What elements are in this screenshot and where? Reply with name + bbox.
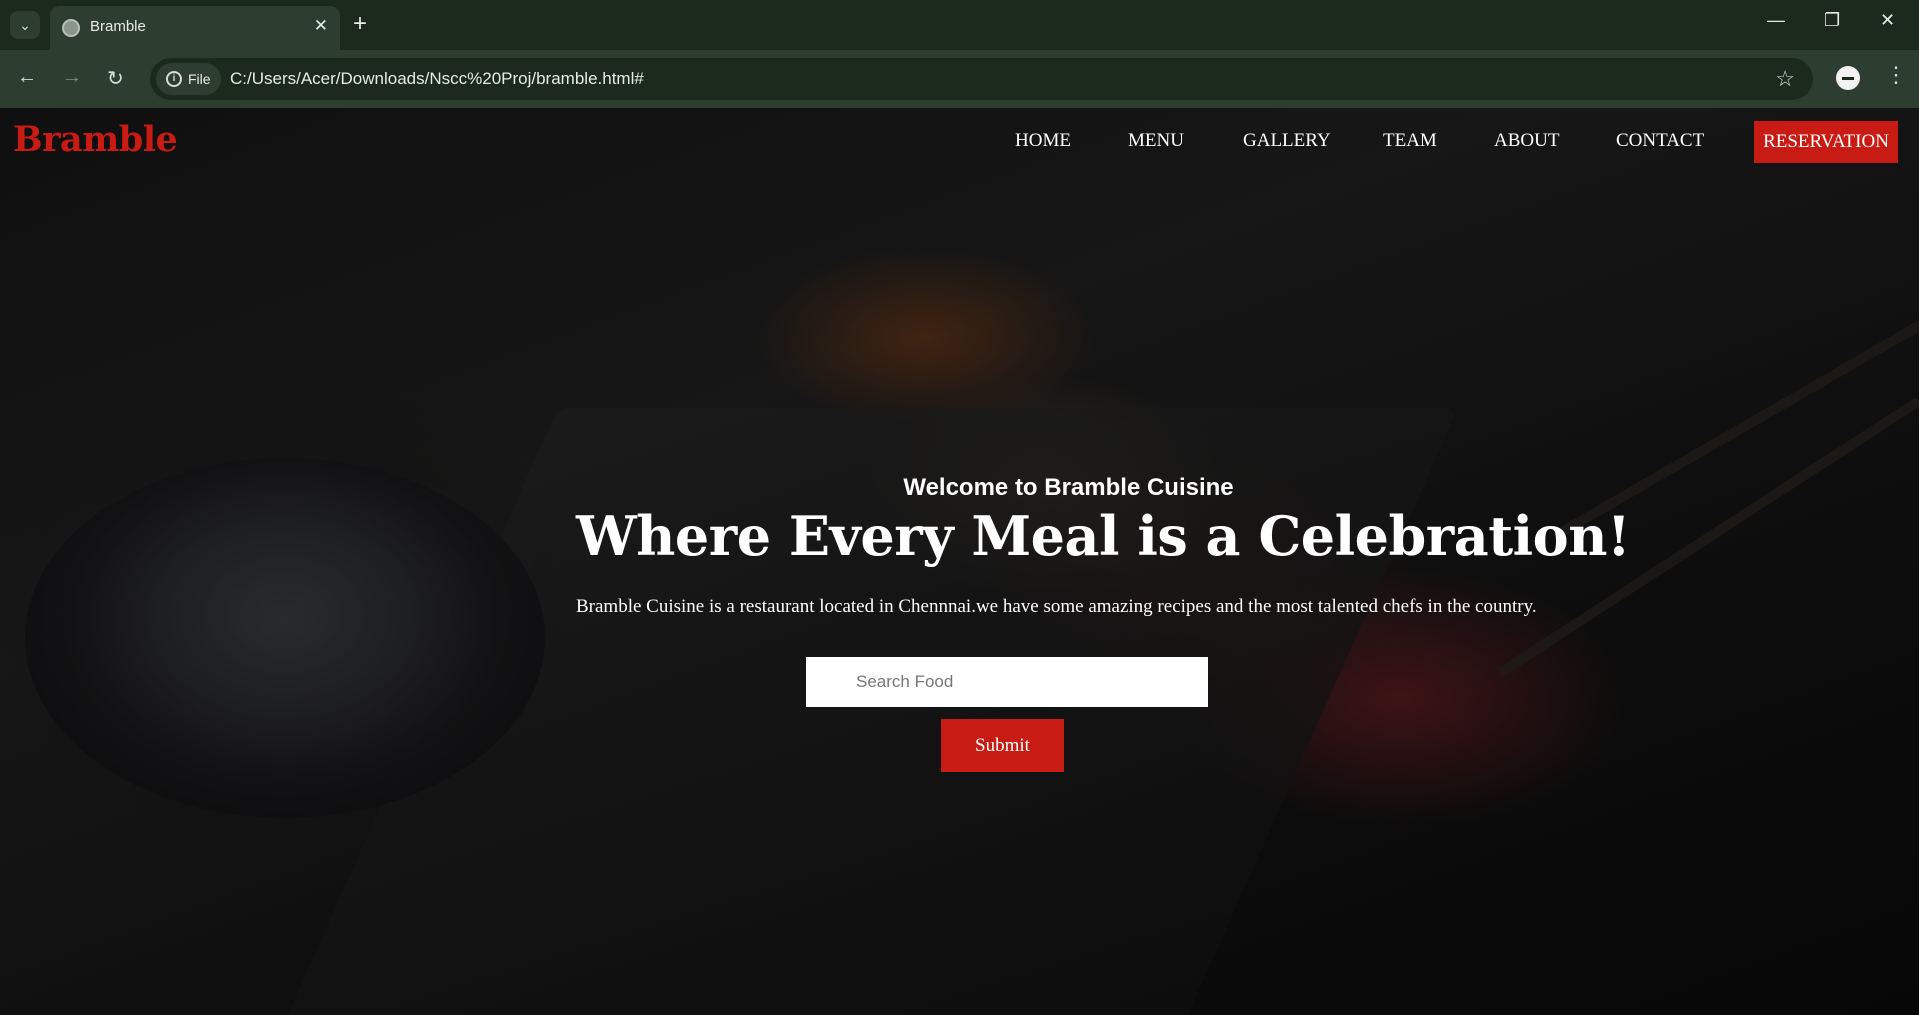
nav-item-home[interactable]: HOME bbox=[1015, 130, 1071, 152]
browser-tab-bar: ⌄ Bramble ✕ + — ❐ ✕ bbox=[0, 0, 1919, 50]
info-icon: i bbox=[166, 71, 182, 87]
kebab-icon[interactable]: ⋮ bbox=[1885, 64, 1907, 86]
address-bar[interactable]: i File C:/Users/Acer/Downloads/Nscc%20Pr… bbox=[150, 58, 1813, 100]
hero-description: Bramble Cuisine is a restaurant located … bbox=[576, 596, 1537, 617]
nav-item-gallery[interactable]: GALLERY bbox=[1243, 130, 1331, 152]
file-chip-label: File bbox=[188, 71, 211, 87]
site-info-chip[interactable]: i File bbox=[156, 63, 221, 95]
restore-icon[interactable]: ❐ bbox=[1824, 10, 1840, 31]
tab-search-button[interactable]: ⌄ bbox=[10, 11, 40, 39]
star-icon[interactable]: ☆ bbox=[1775, 66, 1795, 92]
browser-tab[interactable]: Bramble ✕ bbox=[50, 6, 340, 50]
site-header: Bramble HOME MENU GALLERY TEAM ABOUT CON… bbox=[0, 108, 1919, 180]
globe-icon bbox=[62, 19, 80, 37]
nav-item-about[interactable]: ABOUT bbox=[1494, 130, 1559, 152]
hero-eyebrow: Welcome to Bramble Cuisine bbox=[903, 474, 1234, 501]
minimize-icon[interactable]: — bbox=[1767, 10, 1785, 31]
close-icon[interactable]: ✕ bbox=[314, 16, 328, 36]
site-logo[interactable]: Bramble bbox=[13, 119, 178, 160]
arrow-right-icon[interactable]: → bbox=[62, 66, 82, 89]
chevron-down-icon: ⌄ bbox=[19, 16, 31, 33]
page-viewport: Bramble HOME MENU GALLERY TEAM ABOUT CON… bbox=[0, 108, 1919, 1015]
window-close-icon[interactable]: ✕ bbox=[1880, 10, 1895, 31]
nav-item-team[interactable]: TEAM bbox=[1383, 130, 1437, 152]
arrow-left-icon[interactable]: ← bbox=[17, 66, 37, 89]
url-text[interactable]: C:/Users/Acer/Downloads/Nscc%20Proj/bram… bbox=[230, 69, 644, 89]
nav-item-contact[interactable]: CONTACT bbox=[1616, 130, 1704, 152]
reload-icon[interactable]: ↻ bbox=[107, 66, 124, 91]
tab-title: Bramble bbox=[90, 18, 146, 35]
nav-item-menu[interactable]: MENU bbox=[1128, 130, 1184, 152]
reservation-button[interactable]: RESERVATION bbox=[1754, 121, 1898, 163]
plus-icon[interactable]: + bbox=[353, 10, 367, 38]
browser-toolbar: ← → ↻ i File C:/Users/Acer/Downloads/Nsc… bbox=[0, 50, 1919, 108]
profile-avatar[interactable] bbox=[1836, 66, 1860, 90]
search-food-input[interactable] bbox=[806, 657, 1208, 707]
hero-title: Where Every Meal is a Celebration! bbox=[576, 504, 1631, 568]
submit-button[interactable]: Submit bbox=[941, 719, 1064, 772]
